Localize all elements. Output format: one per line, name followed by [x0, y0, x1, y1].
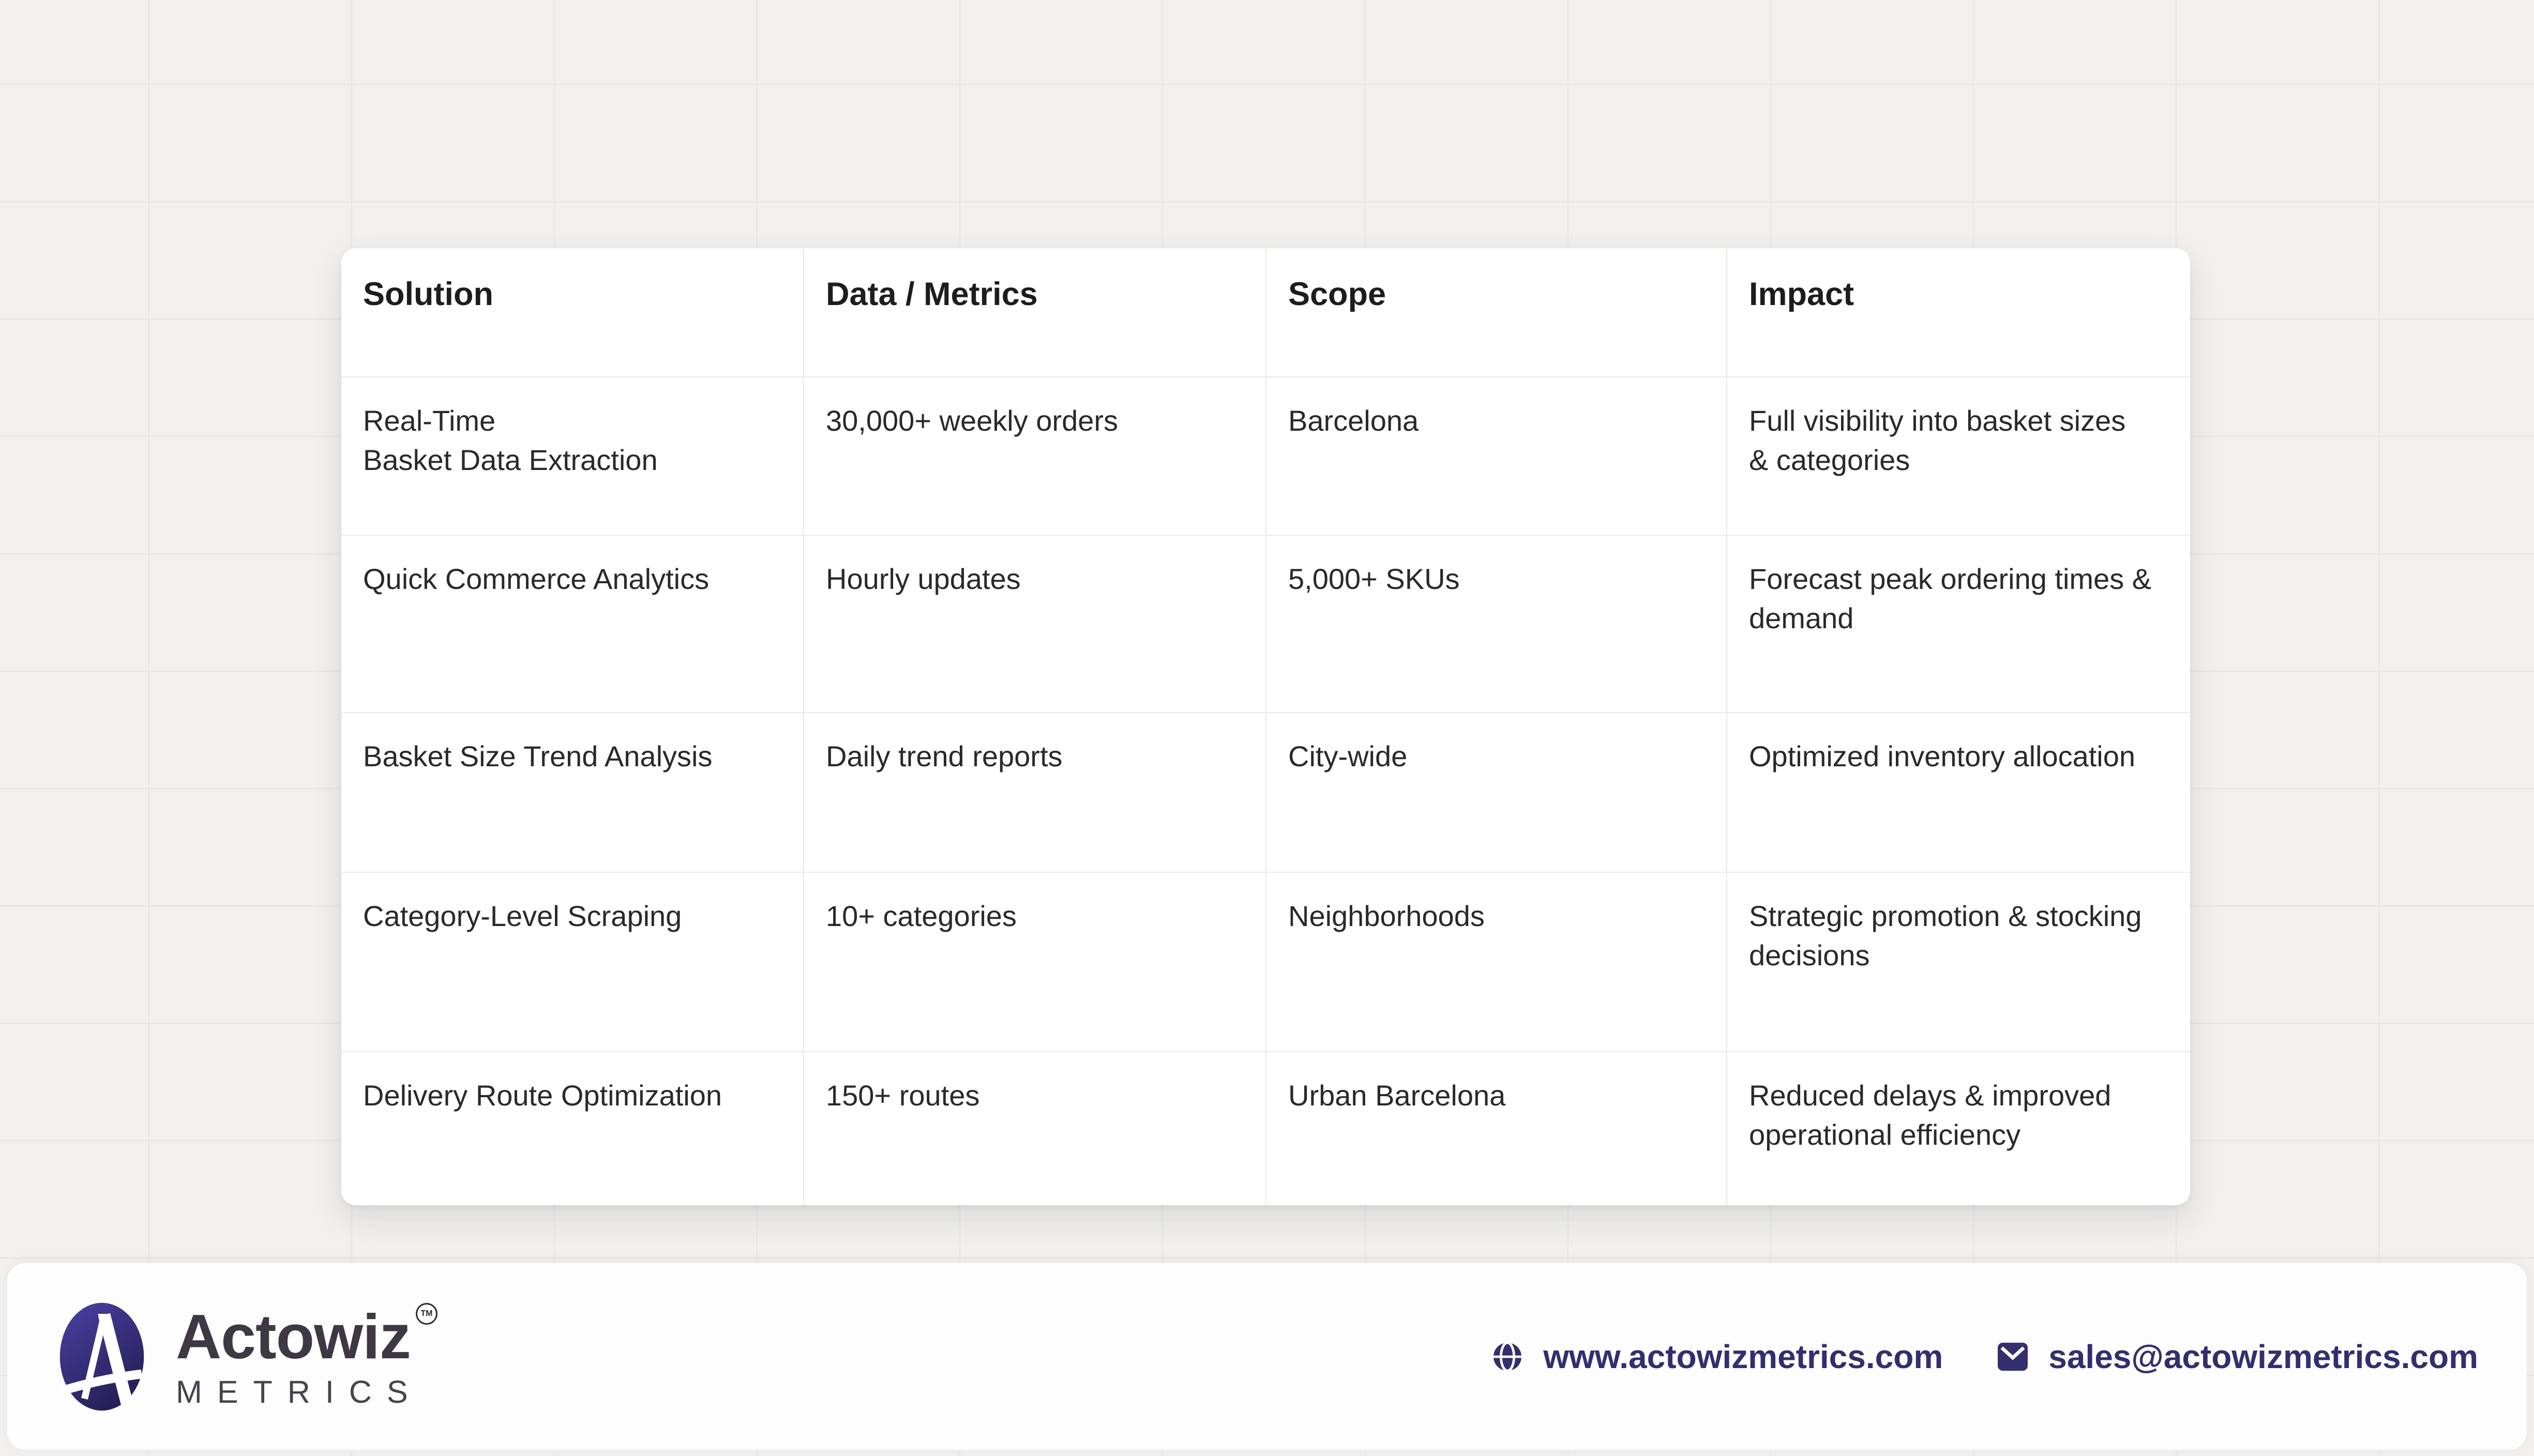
cell-data-metrics-row5: 150+ routes [803, 1051, 1265, 1205]
column-header-data-metrics: Data / Metrics [803, 248, 1265, 376]
mail-icon [1997, 1342, 2029, 1372]
email-address: sales@actowizmetrics.com [2048, 1338, 2478, 1376]
cell-solution-row2: Quick Commerce Analytics [341, 535, 803, 712]
globe-icon [1491, 1341, 1524, 1373]
cell-data-metrics-row4: 10+ categories [803, 872, 1265, 1051]
cell-data-metrics-row2: Hourly updates [803, 535, 1265, 712]
actowiz-logo-mark [54, 1302, 150, 1412]
cell-solution-row3: Basket Size Trend Analysis [341, 712, 803, 872]
cell-solution-row4: Category-Level Scraping [341, 872, 803, 1051]
cell-solution-row5: Delivery Route Optimization [341, 1051, 803, 1205]
column-header-solution: Solution [341, 248, 803, 376]
email-link[interactable]: sales@actowizmetrics.com [1997, 1338, 2478, 1376]
cell-impact-row1: Full visibility into basket sizes & cate… [1726, 376, 2190, 535]
solutions-table: Solution Data / Metrics Scope Impact Rea… [341, 248, 2190, 1205]
cell-scope-row4: Neighborhoods [1265, 872, 1726, 1051]
cell-impact-row3: Optimized inventory allocation [1726, 712, 2190, 872]
column-header-scope: Scope [1265, 248, 1726, 376]
cell-impact-row4: Strategic promotion & stocking decisions [1726, 872, 2190, 1051]
cell-scope-row5: Urban Barcelona [1265, 1051, 1726, 1205]
brand-name: Actowiz [176, 1305, 411, 1368]
cell-scope-row2: 5,000+ SKUs [1265, 535, 1726, 712]
cell-solution-row1: Real-Time Basket Data Extraction [341, 376, 803, 535]
brand-tagline: METRICS [176, 1376, 438, 1408]
cell-scope-row1: Barcelona [1265, 376, 1726, 535]
cell-data-metrics-row3: Daily trend reports [803, 712, 1265, 872]
brand-text: Actowiz TM METRICS [176, 1305, 438, 1408]
footer-bar: Actowiz TM METRICS www.actowizmetrics.co… [7, 1263, 2527, 1450]
cell-impact-row2: Forecast peak ordering times & demand [1726, 535, 2190, 712]
cell-scope-row3: City-wide [1265, 712, 1726, 872]
trademark-badge: TM [416, 1303, 438, 1325]
brand-logo: Actowiz TM METRICS [54, 1302, 438, 1412]
column-header-impact: Impact [1726, 248, 2190, 376]
cell-impact-row5: Reduced delays & improved operational ef… [1726, 1051, 2190, 1205]
cell-data-metrics-row1: 30,000+ weekly orders [803, 376, 1265, 535]
website-link[interactable]: www.actowizmetrics.com [1491, 1338, 1943, 1376]
website-url: www.actowizmetrics.com [1543, 1338, 1943, 1376]
footer-links: www.actowizmetrics.com sales@actowizmetr… [1491, 1338, 2478, 1376]
